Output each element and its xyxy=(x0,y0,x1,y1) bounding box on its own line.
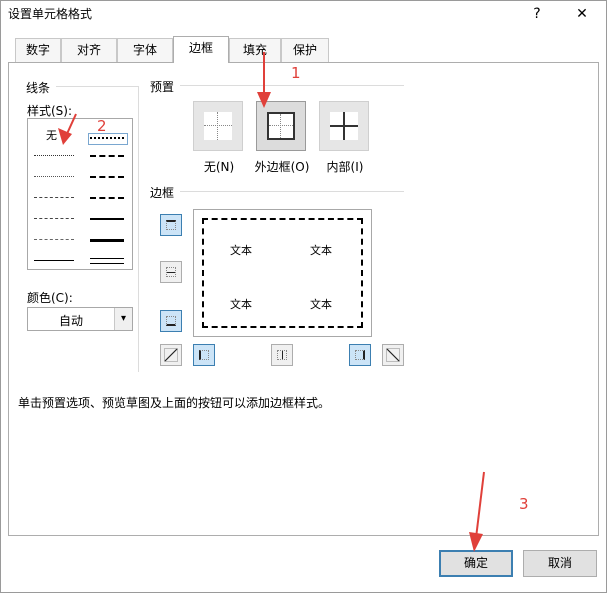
tab-fill[interactable]: 填充 xyxy=(229,38,281,62)
border-left-icon xyxy=(199,350,209,360)
border-group-divider xyxy=(180,191,404,192)
border-top-button[interactable] xyxy=(160,214,182,236)
chevron-down-icon[interactable]: ▾ xyxy=(114,308,132,330)
preview-cell-text: 文本 xyxy=(310,298,332,311)
line-group-title: 线条 xyxy=(26,81,51,95)
line-group-right-edge xyxy=(138,86,139,372)
border-right-icon xyxy=(355,350,365,360)
annotation-number-1: 1 xyxy=(291,64,301,82)
preview-cell-text: 文本 xyxy=(310,244,332,257)
preset-inside-button[interactable] xyxy=(319,101,369,151)
line-style-list[interactable]: 无 xyxy=(27,118,133,270)
close-button[interactable]: ✕ xyxy=(562,0,602,28)
line-style-slant-dash-dot[interactable] xyxy=(90,176,124,178)
preset-group-title: 预置 xyxy=(150,80,175,94)
line-style-medium[interactable] xyxy=(90,218,124,220)
tab-font[interactable]: 字体 xyxy=(117,38,173,62)
line-style-medium-dash-dot[interactable] xyxy=(90,197,124,199)
preset-inside-label: 内部(I) xyxy=(326,160,364,174)
preview-cell-text: 文本 xyxy=(230,298,252,311)
tab-border[interactable]: 边框 xyxy=(173,36,229,63)
tab-alignment[interactable]: 对齐 xyxy=(61,38,117,62)
preset-none-icon xyxy=(204,112,232,140)
border-top-icon xyxy=(166,220,176,230)
border-inside-horizontal-icon xyxy=(166,267,176,277)
border-preview[interactable]: 文本 文本 文本 文本 xyxy=(193,209,372,337)
border-right-button[interactable] xyxy=(349,344,371,366)
preset-group-divider xyxy=(180,85,404,86)
preset-none-label: 无(N) xyxy=(203,160,235,174)
cancel-button[interactable]: 取消 xyxy=(523,550,597,577)
border-diagonal-up-button[interactable] xyxy=(160,344,182,366)
line-style-thick[interactable] xyxy=(90,239,124,242)
preset-outline-icon xyxy=(267,112,295,140)
line-style-medium-dotted[interactable] xyxy=(90,137,124,139)
preset-inside-icon xyxy=(330,112,358,140)
border-inside-horizontal-button[interactable] xyxy=(160,261,182,283)
border-inside-vertical-button[interactable] xyxy=(271,344,293,366)
preset-outline-button[interactable] xyxy=(256,101,306,151)
preset-outline-label: 外边框(O) xyxy=(254,160,310,174)
color-select[interactable]: 自动 ▾ xyxy=(27,307,133,331)
border-diagonal-down-button[interactable] xyxy=(382,344,404,366)
preview-cell-text: 文本 xyxy=(230,244,252,257)
annotation-number-3: 3 xyxy=(519,495,529,513)
line-style-medium-dash-dot-dot[interactable] xyxy=(90,155,124,157)
color-label: 颜色(C): xyxy=(27,291,73,305)
line-style-hair[interactable] xyxy=(34,155,74,156)
line-style-thin[interactable] xyxy=(34,260,74,261)
border-group-title: 边框 xyxy=(150,186,175,200)
diagonal-up-icon xyxy=(164,348,178,362)
color-select-value: 自动 xyxy=(58,314,83,328)
tab-protection[interactable]: 保护 xyxy=(281,38,329,62)
line-style-double[interactable] xyxy=(90,258,124,264)
ok-button[interactable]: 确定 xyxy=(439,550,513,577)
line-style-none[interactable]: 无 xyxy=(46,127,57,143)
help-button[interactable]: ? xyxy=(517,0,557,28)
border-left-button[interactable] xyxy=(193,344,215,366)
style-label: 样式(S): xyxy=(27,104,73,118)
preset-none-button[interactable] xyxy=(193,101,243,151)
diagonal-down-icon xyxy=(386,348,400,362)
border-hint-text: 单击预置选项、预览草图及上面的按钮可以添加边框样式。 xyxy=(18,396,331,410)
line-style-selected-frame xyxy=(88,133,128,145)
line-style-dash-dot-dot[interactable] xyxy=(34,197,74,198)
preview-outline-border xyxy=(202,218,363,328)
border-bottom-button[interactable] xyxy=(160,310,182,332)
line-group-divider xyxy=(56,86,138,87)
tab-number[interactable]: 数字 xyxy=(15,38,61,62)
line-style-dash-dot[interactable] xyxy=(34,218,74,219)
annotation-number-2: 2 xyxy=(97,117,107,135)
line-style-dashed[interactable] xyxy=(34,239,74,240)
border-bottom-icon xyxy=(166,316,176,326)
dialog-title: 设置单元格格式 xyxy=(8,7,93,21)
border-inside-vertical-icon xyxy=(277,350,287,360)
line-style-dotted[interactable] xyxy=(34,176,74,177)
